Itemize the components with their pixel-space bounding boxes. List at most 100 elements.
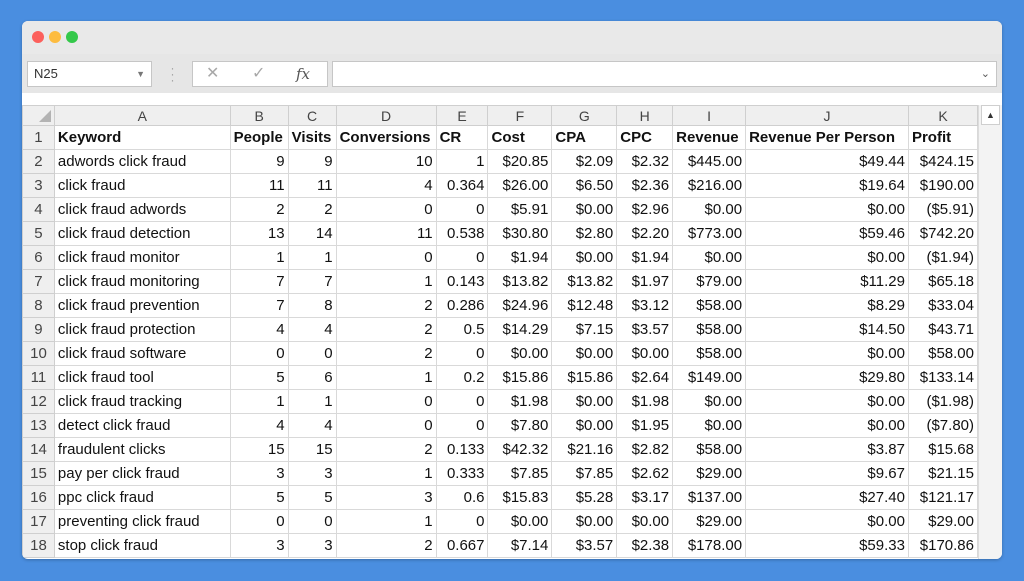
value-cell[interactable]: $79.00: [672, 269, 747, 294]
value-cell[interactable]: 3: [335, 485, 437, 510]
value-cell[interactable]: ($1.98): [907, 389, 978, 414]
value-cell[interactable]: $424.15: [907, 149, 978, 174]
value-cell[interactable]: $0.00: [551, 389, 618, 414]
row-header[interactable]: 15: [22, 461, 55, 486]
row-header[interactable]: 2: [22, 149, 55, 174]
value-cell[interactable]: $49.44: [745, 149, 909, 174]
value-cell[interactable]: 0: [435, 509, 489, 534]
value-cell[interactable]: $137.00: [672, 485, 747, 510]
value-cell[interactable]: $58.00: [672, 293, 747, 318]
keyword-cell[interactable]: click fraud adwords: [53, 197, 231, 222]
value-cell[interactable]: $15.86: [487, 365, 553, 390]
value-cell[interactable]: $59.46: [745, 221, 909, 246]
vertical-scrollbar[interactable]: ▲: [978, 105, 1002, 559]
value-cell[interactable]: 0.133: [435, 437, 489, 462]
value-cell[interactable]: 0.286: [435, 293, 489, 318]
value-cell[interactable]: $0.00: [745, 509, 909, 534]
value-cell[interactable]: $178.00: [672, 533, 747, 558]
row-header[interactable]: 13: [22, 413, 55, 438]
value-cell[interactable]: $121.17: [907, 485, 978, 510]
value-cell[interactable]: 0: [229, 509, 289, 534]
value-cell[interactable]: 1: [287, 389, 337, 414]
value-cell[interactable]: $65.18: [907, 269, 978, 294]
keyword-cell[interactable]: click fraud prevention: [53, 293, 231, 318]
value-cell[interactable]: $0.00: [616, 509, 674, 534]
drag-handle-icon[interactable]: · · ·: [169, 62, 175, 86]
keyword-cell[interactable]: click fraud: [53, 173, 231, 198]
value-cell[interactable]: $2.82: [616, 437, 674, 462]
value-cell[interactable]: 9: [229, 149, 289, 174]
value-cell[interactable]: 4: [287, 317, 337, 342]
value-cell[interactable]: $11.29: [745, 269, 909, 294]
value-cell[interactable]: 11: [229, 173, 289, 198]
value-cell[interactable]: $0.00: [745, 389, 909, 414]
value-cell[interactable]: $3.87: [745, 437, 909, 462]
row-header[interactable]: 14: [22, 437, 55, 462]
value-cell[interactable]: 4: [229, 413, 289, 438]
column-header-k[interactable]: K: [907, 105, 978, 126]
row-header[interactable]: 11: [22, 365, 55, 390]
value-cell[interactable]: $3.17: [616, 485, 674, 510]
value-cell[interactable]: 0.5: [435, 317, 489, 342]
value-cell[interactable]: 0: [335, 197, 437, 222]
value-cell[interactable]: 5: [287, 485, 337, 510]
value-cell[interactable]: $216.00: [672, 173, 747, 198]
value-cell[interactable]: $9.67: [745, 461, 909, 486]
value-cell[interactable]: $0.00: [487, 509, 553, 534]
value-cell[interactable]: $0.00: [551, 197, 618, 222]
value-cell[interactable]: $3.57: [551, 533, 618, 558]
value-cell[interactable]: 0: [435, 389, 489, 414]
select-all-corner[interactable]: [22, 105, 55, 126]
value-cell[interactable]: $0.00: [672, 197, 747, 222]
value-cell[interactable]: $0.00: [745, 245, 909, 270]
value-cell[interactable]: 4: [287, 413, 337, 438]
value-cell[interactable]: 0: [435, 413, 489, 438]
column-title-cell[interactable]: Profit: [907, 125, 978, 150]
value-cell[interactable]: $24.96: [487, 293, 553, 318]
value-cell[interactable]: $2.32: [616, 149, 674, 174]
value-cell[interactable]: $1.97: [616, 269, 674, 294]
value-cell[interactable]: $58.00: [672, 317, 747, 342]
value-cell[interactable]: $58.00: [672, 437, 747, 462]
row-header[interactable]: 3: [22, 173, 55, 198]
value-cell[interactable]: $29.00: [672, 509, 747, 534]
value-cell[interactable]: $30.80: [487, 221, 553, 246]
value-cell[interactable]: 0: [335, 245, 437, 270]
value-cell[interactable]: 2: [335, 437, 437, 462]
value-cell[interactable]: 15: [287, 437, 337, 462]
column-title-cell[interactable]: CPC: [616, 125, 674, 150]
column-header-d[interactable]: D: [335, 105, 437, 126]
value-cell[interactable]: $2.64: [616, 365, 674, 390]
value-cell[interactable]: $15.86: [551, 365, 618, 390]
value-cell[interactable]: $0.00: [745, 197, 909, 222]
value-cell[interactable]: $133.14: [907, 365, 978, 390]
value-cell[interactable]: $3.12: [616, 293, 674, 318]
value-cell[interactable]: $43.71: [907, 317, 978, 342]
value-cell[interactable]: 2: [335, 317, 437, 342]
row-header[interactable]: 5: [22, 221, 55, 246]
value-cell[interactable]: $1.98: [487, 389, 553, 414]
value-cell[interactable]: 7: [229, 269, 289, 294]
value-cell[interactable]: $33.04: [907, 293, 978, 318]
value-cell[interactable]: 0: [435, 245, 489, 270]
column-header-h[interactable]: H: [616, 105, 674, 126]
row-header[interactable]: 6: [22, 245, 55, 270]
value-cell[interactable]: 0.538: [435, 221, 489, 246]
row-header[interactable]: 17: [22, 509, 55, 534]
value-cell[interactable]: $2.80: [551, 221, 618, 246]
value-cell[interactable]: $0.00: [745, 413, 909, 438]
column-header-e[interactable]: E: [435, 105, 489, 126]
value-cell[interactable]: $5.91: [487, 197, 553, 222]
value-cell[interactable]: 9: [287, 149, 337, 174]
value-cell[interactable]: 2: [229, 197, 289, 222]
value-cell[interactable]: 0.143: [435, 269, 489, 294]
value-cell[interactable]: ($1.94): [907, 245, 978, 270]
check-icon[interactable]: ✓: [252, 62, 265, 86]
value-cell[interactable]: $2.62: [616, 461, 674, 486]
value-cell[interactable]: 1: [435, 149, 489, 174]
row-header[interactable]: 4: [22, 197, 55, 222]
value-cell[interactable]: $2.96: [616, 197, 674, 222]
value-cell[interactable]: $190.00: [907, 173, 978, 198]
value-cell[interactable]: $1.94: [616, 245, 674, 270]
column-header-j[interactable]: J: [745, 105, 909, 126]
